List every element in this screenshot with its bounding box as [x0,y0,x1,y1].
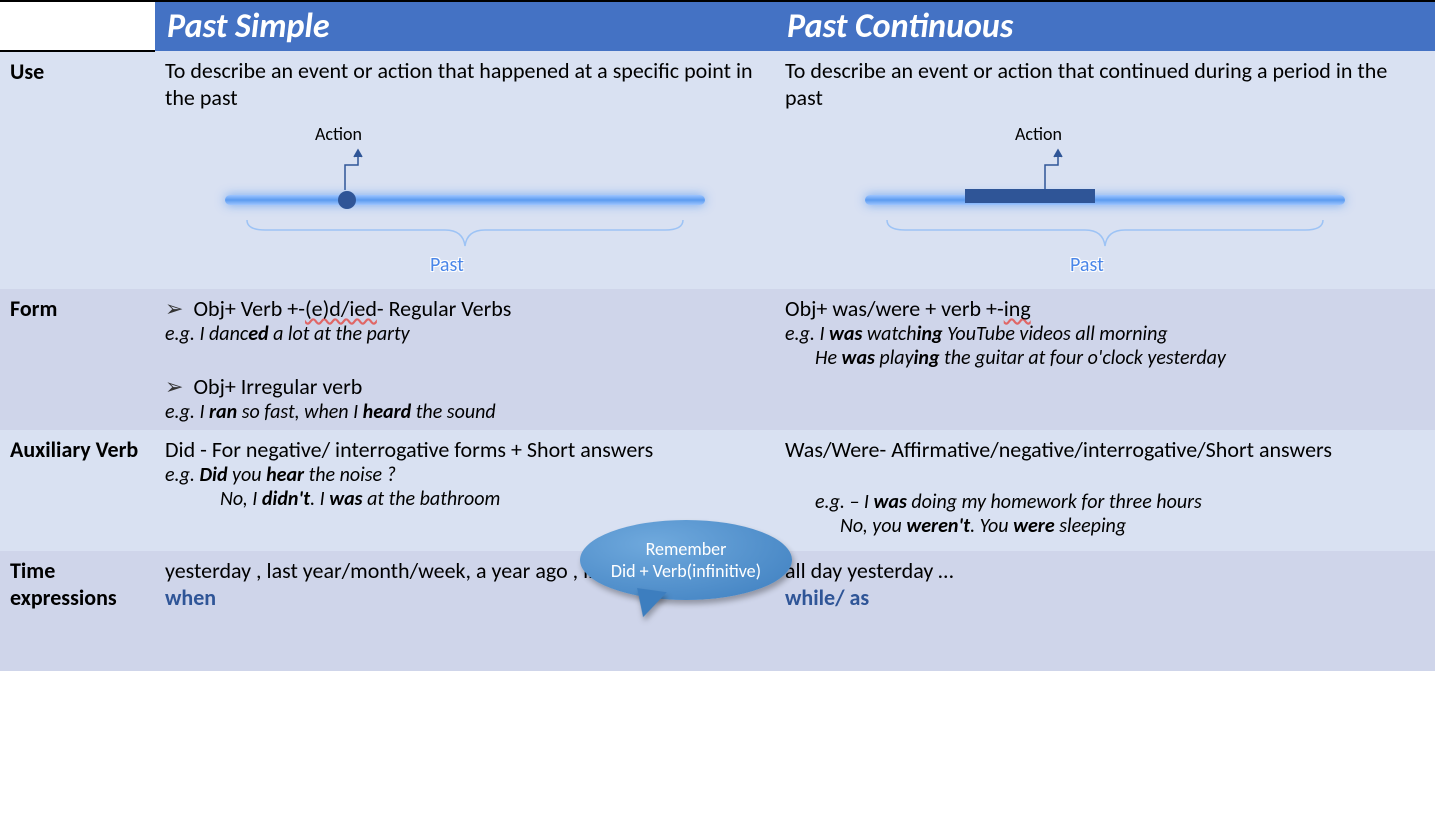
eg-text: so fast, when I [237,400,363,424]
timeline-bar [225,195,705,205]
eg-text: a lot at the party [269,322,410,346]
eg-bold: was [829,322,862,346]
past-label: Past [430,253,464,277]
eg-text: doing my homework for three hours [907,490,1202,514]
form-past-simple: Obj+ Verb +-(e)d/ied- Regular Verbs e.g.… [155,289,775,430]
form-past-continuous: Obj+ was/were + verb +-ing e.g. I was wa… [775,289,1435,430]
text: Was/Were- Affirmative/negative/interroga… [785,436,1425,463]
timeline-point-icon [338,191,356,209]
eg-text: play [875,346,914,370]
eg-bold: ing [914,346,940,370]
label-form: Form [0,289,155,430]
arrow-up-icon [340,145,370,193]
eg-text: the guitar at four o'clock yesterday [940,346,1226,370]
header-past-simple: Past Simple [155,1,775,51]
eg-text: No, I [220,487,262,511]
text: Obj+ Verb +- [193,295,305,322]
label-auxiliary: Auxiliary Verb [0,430,155,551]
arrow-up-icon [1040,145,1070,193]
text: all day yesterday … [785,557,1425,584]
bullet-icon [165,295,193,322]
eg-text: No, you [840,514,906,538]
eg-text: e.g. I [785,322,829,346]
eg-bold: was [874,490,907,514]
eg-bold: weren't [906,514,970,538]
eg-text: . I [310,487,329,511]
use-past-simple: To describe an event or action that happ… [155,51,775,117]
action-label: Action [1015,123,1062,145]
eg-bold: was [842,346,875,370]
label-diagram-empty [0,117,155,289]
time-past-continuous: all day yesterday … while/ as [775,551,1435,671]
row-use: Use To describe an event or action that … [0,51,1435,117]
eg-text: . You [970,514,1013,538]
corner-cell [0,1,155,51]
eg-text: YouTube videos all morning [943,322,1168,346]
header-row: Past Simple Past Continuous [0,1,1435,51]
bullet-icon [165,373,193,400]
eg-bold: ed [248,322,268,346]
eg-bold: didn't [262,487,310,511]
eg-bold: were [1013,514,1055,538]
diagram-past-continuous: Action Past [775,117,1435,289]
timeline-bar [865,195,1345,205]
eg-bold: Did [199,463,227,487]
eg-text: sleeping [1055,514,1126,538]
remember-callout: Remember Did + Verb(infinitive) [580,520,792,600]
past-label: Past [1070,253,1104,277]
eg-text: you [228,463,267,487]
eg-text: the noise ? [304,463,396,487]
eg-text: watch [862,322,916,346]
eg-text: He [815,346,842,370]
eg-bold: was [329,487,362,511]
eg-text: at the bathroom [363,487,501,511]
diagram-past-simple: Action Past [155,117,775,289]
aux-past-continuous: Was/Were- Affirmative/negative/interroga… [775,430,1435,551]
bubble-tail-icon [633,588,667,620]
eg-text: e.g. – I [815,490,874,514]
row-diagram: Action Past Action [0,117,1435,289]
bubble-line2: Did + Verb(infinitive) [580,560,792,582]
eg-bold: heard [363,400,412,424]
text: Did - For negative/ interrogative forms … [165,436,765,463]
header-past-continuous: Past Continuous [775,1,1435,51]
action-label: Action [315,123,362,145]
eg-text: the sound [411,400,495,424]
text-underlined: ing [1004,295,1031,322]
brace-icon [245,218,685,248]
label-time: Time expressions [0,551,155,671]
eg-text: e.g. I danc [165,322,248,346]
eg-bold: ing [917,322,943,346]
label-use: Use [0,51,155,117]
eg-text: e.g. I [165,400,209,424]
eg-bold: hear [266,463,304,487]
text-underlined: (e)d/ied [305,295,377,322]
text: - Regular Verbs [377,295,511,322]
brace-icon [885,218,1325,248]
bubble-line1: Remember [580,538,792,560]
timeline-duration-icon [965,189,1095,203]
use-past-continuous: To describe an event or action that cont… [775,51,1435,117]
text: Obj+ was/were + verb +- [785,295,1004,322]
text: Obj+ Irregular verb [193,373,362,400]
row-form: Form Obj+ Verb +-(e)d/ied- Regular Verbs… [0,289,1435,430]
eg-bold: ran [209,400,237,424]
eg-text: e.g. [165,463,199,487]
keyword: while/ as [785,584,1425,611]
